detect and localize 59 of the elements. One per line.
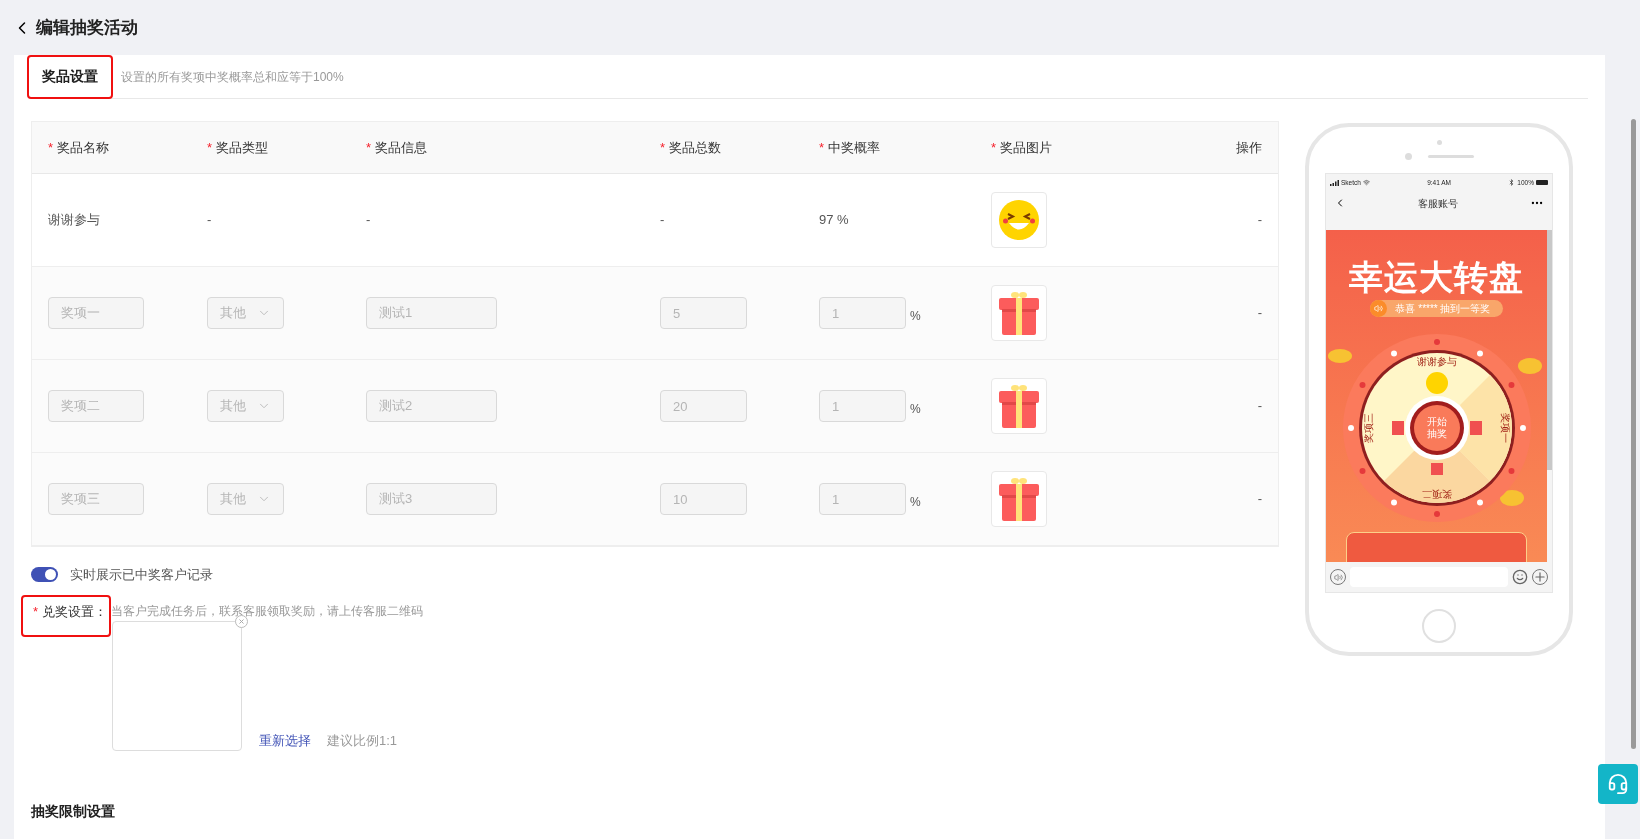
column-header: * 奖品名称 bbox=[48, 138, 111, 157]
column-header: * 奖品信息 bbox=[366, 138, 429, 157]
toggle-switch[interactable] bbox=[31, 567, 58, 583]
prize-image[interactable] bbox=[991, 285, 1047, 341]
percent-unit: % bbox=[910, 494, 921, 511]
signal-icon bbox=[1330, 179, 1339, 186]
table-cell-text: - bbox=[1257, 397, 1262, 416]
required-mark: * bbox=[991, 139, 997, 155]
wifi-icon bbox=[1362, 179, 1370, 186]
section-tab[interactable]: 奖品设置 bbox=[27, 55, 113, 99]
marquee-text: 恭喜 ***** 抽到一等奖 bbox=[1395, 302, 1491, 316]
toggle-label: 实时展示已中奖客户记录 bbox=[70, 566, 213, 584]
prize-image[interactable] bbox=[991, 192, 1047, 248]
add-icon[interactable] bbox=[1532, 569, 1548, 585]
prize-image[interactable] bbox=[991, 471, 1047, 527]
prize-image[interactable] bbox=[991, 378, 1047, 434]
wheel-segment-label: 奖项二 bbox=[1421, 489, 1452, 499]
reselect-link[interactable]: 重新选择 bbox=[259, 731, 311, 751]
wheel-segment-label: 奖项三 bbox=[1363, 413, 1374, 443]
wheel-segment-label: 奖项一 bbox=[1499, 413, 1510, 443]
section-title: 抽奖限制设置 bbox=[31, 801, 116, 821]
redeem-label: * 兑奖设置： bbox=[21, 594, 112, 637]
table-cell-text: - bbox=[366, 211, 372, 230]
bluetooth-icon bbox=[1508, 179, 1516, 186]
headset-icon bbox=[1607, 773, 1629, 795]
banner-title: 幸运大转盘 bbox=[1349, 260, 1524, 294]
column-header: * 中奖概率 bbox=[819, 138, 882, 157]
required-mark: * bbox=[819, 139, 825, 155]
required-mark: * bbox=[366, 139, 372, 155]
table-cell-text: - bbox=[1257, 211, 1262, 230]
column-header: * 奖品类型 bbox=[207, 138, 270, 157]
speaker-icon bbox=[1374, 304, 1384, 313]
required-mark: * bbox=[48, 139, 54, 155]
column-header: * 奖品图片 bbox=[991, 138, 1054, 157]
table-cell-text: 97 % bbox=[819, 211, 850, 230]
table-cell-text: - bbox=[1257, 304, 1262, 323]
table-cell-text: - bbox=[1257, 490, 1262, 509]
customer-service-button[interactable] bbox=[1598, 764, 1638, 804]
redeem-hint: 当客户完成任务后，联系客服领取奖励，请上传客服二维码 bbox=[111, 602, 424, 620]
column-header: 操作 bbox=[1236, 138, 1262, 157]
speaker-slot bbox=[1427, 155, 1474, 158]
required-mark: * bbox=[33, 603, 39, 619]
section-hint: 设置的所有奖项中奖概率总和应等于100% bbox=[121, 68, 344, 86]
wheel-segment-label: 谢谢参与 bbox=[1416, 357, 1457, 367]
battery-icon bbox=[1536, 180, 1548, 185]
smiley-icon bbox=[997, 198, 1041, 242]
ratio-hint: 建议比例1:1 bbox=[327, 732, 398, 750]
percent-unit: % bbox=[910, 308, 921, 325]
table-cell-text: - bbox=[207, 211, 213, 230]
column-header: * 奖品总数 bbox=[660, 138, 723, 157]
chat-title: 客服账号 bbox=[1418, 196, 1458, 211]
percent-unit: % bbox=[910, 401, 921, 418]
table-cell-text: 谢谢参与 bbox=[48, 211, 101, 230]
scrollbar-thumb[interactable] bbox=[1631, 119, 1636, 749]
page-title: 编辑抽奖活动 bbox=[36, 16, 138, 39]
emoji-icon[interactable] bbox=[1512, 569, 1528, 585]
required-mark: * bbox=[207, 139, 213, 155]
required-mark: * bbox=[660, 139, 666, 155]
table-cell-text: - bbox=[660, 211, 666, 230]
